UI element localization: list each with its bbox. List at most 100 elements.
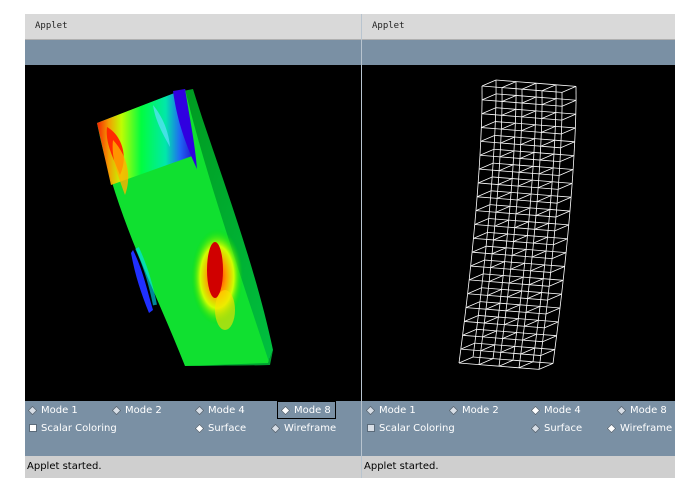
wireframe-edge (489, 281, 510, 284)
wireframe-edge (539, 153, 555, 161)
wireframe-edge (521, 290, 542, 293)
wireframe-edge (470, 252, 473, 267)
wireframe-edge (536, 333, 557, 337)
wireframe-edge (518, 165, 534, 173)
wireframe-edge (484, 316, 499, 324)
wireframe-radio[interactable]: Wireframe (270, 421, 336, 435)
wireframe-edge (550, 266, 565, 273)
wireframe-edge (496, 93, 517, 96)
wireframe-edge (544, 321, 559, 329)
radio-diamond-icon (27, 405, 38, 415)
wireframe-edge (501, 81, 517, 88)
wireframe-edge (558, 169, 574, 176)
wireframe-edge (521, 130, 542, 133)
wireframe-edge (535, 124, 556, 127)
wireframe-radio[interactable]: Wireframe (606, 421, 672, 435)
applet-title-bar: Applet (362, 14, 675, 40)
wireframe-edge (522, 333, 537, 341)
wireframe-edge (555, 210, 571, 218)
wireframe-edge (491, 163, 494, 177)
wireframe-edge (532, 361, 554, 364)
wireframe-edge (535, 209, 551, 216)
wireframe-edge (574, 127, 576, 142)
wireframe-edge (500, 351, 521, 355)
wireframe-edge (515, 207, 531, 215)
wireframe-edge (482, 336, 503, 339)
wireframe-edge (483, 273, 504, 276)
3d-viewport-surface[interactable] (25, 65, 361, 401)
mode-8-radio[interactable]: Mode 8 (616, 403, 667, 417)
wireframe-edge (555, 125, 576, 129)
mode-8-radio[interactable]: Mode 8 (277, 401, 336, 419)
wireframe-edge (491, 190, 512, 193)
wireframe-edge (478, 155, 481, 170)
wireframe-edge (554, 335, 557, 350)
wireframe-edge (571, 169, 574, 184)
wireframe-edge (490, 261, 505, 269)
3d-viewport-wireframe[interactable] (362, 65, 675, 401)
wireframe-edge (493, 135, 496, 150)
wireframe-edge (509, 205, 530, 209)
wireframe-edge (499, 156, 521, 159)
wireframe-edge (495, 121, 516, 124)
wireframe-edge (518, 318, 539, 321)
wireframe-edge (521, 82, 537, 90)
wireframe-edge (534, 138, 555, 141)
mode-2-radio[interactable]: Mode 2 (111, 403, 162, 417)
mode-2-radio[interactable]: Mode 2 (448, 403, 499, 417)
wireframe-edge (519, 171, 540, 175)
surface-radio[interactable]: Surface (194, 421, 246, 435)
wireframe-edge (474, 218, 489, 225)
wireframe-edge (555, 84, 577, 87)
wireframe-edge (537, 181, 553, 189)
wireframe-edge (561, 280, 564, 295)
wireframe-edge (504, 261, 525, 264)
wireframe-edge (529, 193, 532, 208)
wireframe-edge (545, 307, 561, 315)
wireframe-edge (523, 276, 544, 280)
scalar-coloring-checkbox[interactable]: Scalar Coloring (367, 421, 455, 435)
wireframe-edge (515, 81, 537, 84)
wireframe-edge (516, 332, 537, 335)
wireframe-edge (562, 266, 566, 281)
wireframe-edge (553, 140, 556, 155)
wireframe-edge (468, 266, 472, 280)
wireframe-edge (534, 222, 549, 230)
wireframe-edge (471, 238, 474, 253)
wireframe-edge (533, 242, 554, 246)
wireframe-edge (478, 182, 499, 185)
wireframe-edge (469, 279, 490, 282)
wireframe-edge (473, 237, 494, 241)
wireframe-edge (514, 227, 535, 230)
scalar-coloring-checkbox[interactable]: Scalar Coloring (29, 421, 117, 435)
wireframe-edge (507, 233, 528, 236)
mode-4-radio[interactable]: Mode 4 (194, 403, 245, 417)
wireframe-edge (533, 165, 554, 169)
wireframe-edge (561, 113, 576, 121)
wireframe-edge (556, 98, 577, 101)
wireframe-edge (541, 118, 562, 121)
surface-radio[interactable]: Surface (530, 421, 582, 435)
wireframe-edge (501, 95, 517, 102)
wireframe-edge (518, 158, 521, 173)
wireframe-edge (501, 114, 522, 118)
radio-diamond-icon (365, 405, 376, 415)
wireframe-edge (520, 347, 535, 355)
wireframe-edge (501, 122, 516, 130)
wireframe-edge (535, 82, 557, 86)
wireframe-edge (514, 136, 535, 139)
wireframe-edge (470, 259, 485, 267)
status-bar: Applet started. (25, 456, 361, 478)
radio-diamond-icon (194, 423, 205, 433)
mode-1-radio[interactable]: Mode 1 (27, 403, 78, 417)
mode-1-radio[interactable]: Mode 1 (365, 403, 416, 417)
mode-4-radio[interactable]: Mode 4 (530, 403, 581, 417)
wireframe-edge (507, 290, 522, 298)
wireframe-edge (533, 152, 555, 155)
wireframe-edge (467, 279, 470, 294)
wireframe-edge (512, 150, 515, 165)
wireframe-edge (481, 121, 496, 128)
wireframe-edge (460, 342, 475, 350)
wireframe-edge (475, 204, 491, 212)
wireframe-edge (539, 146, 542, 161)
